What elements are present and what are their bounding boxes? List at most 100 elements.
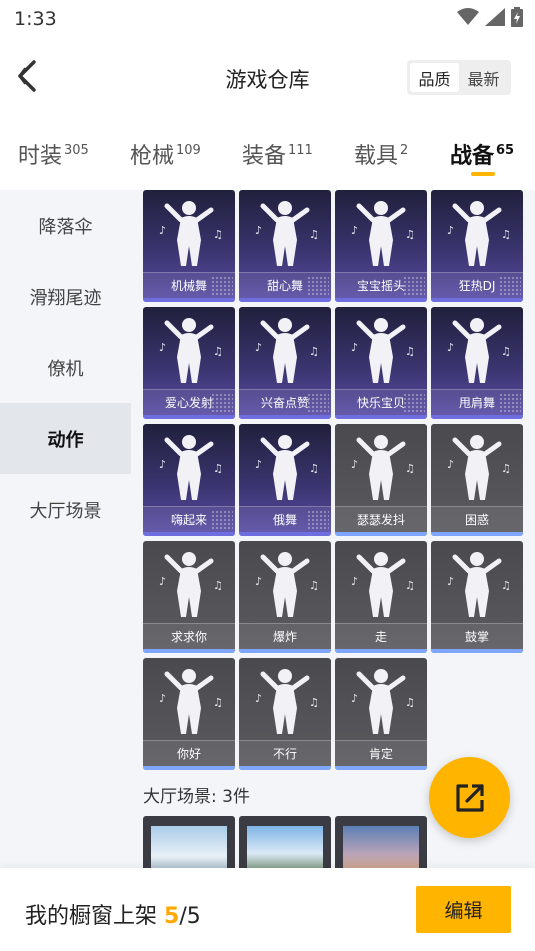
svg-text:♫: ♫: [213, 345, 223, 358]
svg-text:♪: ♪: [351, 575, 358, 588]
lobby-scene-card[interactable]: [239, 816, 331, 868]
emote-figure-icon: ♪ ♫: [335, 194, 427, 270]
sidebar-item-emotes[interactable]: 动作: [0, 403, 131, 474]
dot-pattern: [499, 276, 521, 296]
lobby-scene-card[interactable]: [143, 816, 235, 868]
svg-text:♪: ♪: [351, 458, 358, 471]
svg-text:♪: ♪: [159, 458, 166, 471]
emote-figure-icon: ♪ ♫: [239, 311, 331, 387]
emote-card[interactable]: ♪ ♫ 肯定: [335, 658, 427, 770]
sidebar-item-glide-trail[interactable]: 滑翔尾迹: [0, 261, 131, 332]
dot-pattern: [307, 393, 329, 413]
tab-battle-gear[interactable]: 战备 65: [450, 138, 514, 170]
emote-card[interactable]: ♪ ♫ 鼓掌: [431, 541, 523, 653]
card-accent-bar: [431, 415, 523, 419]
emote-card[interactable]: ♪ ♫ 宝宝摇头: [335, 190, 427, 302]
showcase-bar: 我的橱窗上架 5/5 编辑: [0, 868, 535, 951]
svg-text:♫: ♫: [501, 462, 511, 475]
emote-figure-icon: ♪ ♫: [431, 428, 523, 504]
sidebar-item-lobby-scene[interactable]: 大厅场景: [0, 474, 131, 545]
tab-count: 109: [176, 143, 201, 158]
svg-text:♫: ♫: [213, 579, 223, 592]
tab-equipment[interactable]: 装备 111: [242, 138, 313, 170]
showcase-separator: /: [179, 904, 187, 929]
emote-figure-icon: ♪ ♫: [239, 194, 331, 270]
card-accent-bar: [143, 415, 235, 419]
svg-text:♪: ♪: [351, 692, 358, 705]
emote-label: 不行: [239, 740, 331, 766]
svg-text:♪: ♪: [447, 341, 454, 354]
sidebar-item-parachute[interactable]: 降落伞: [0, 190, 131, 261]
emote-label: 瑟瑟发抖: [335, 506, 427, 532]
emote-figure-icon: ♪ ♫: [431, 545, 523, 621]
emote-card[interactable]: ♪ ♫ 俄舞: [239, 424, 331, 536]
status-icons: [457, 7, 523, 27]
svg-text:♫: ♫: [405, 696, 415, 709]
card-accent-bar: [335, 766, 427, 770]
svg-text:♪: ♪: [351, 341, 358, 354]
svg-text:♪: ♪: [255, 692, 262, 705]
emote-card[interactable]: ♪ ♫ 嗨起来: [143, 424, 235, 536]
lobby-scene-card[interactable]: [335, 816, 427, 868]
svg-text:♪: ♪: [447, 458, 454, 471]
sort-quality-option[interactable]: 品质: [410, 63, 459, 92]
tab-count: 2: [400, 143, 409, 158]
emote-card[interactable]: ♪ ♫ 甜心舞: [239, 190, 331, 302]
card-accent-bar: [431, 649, 523, 653]
emote-figure-icon: ♪ ♫: [143, 662, 235, 738]
dot-pattern: [211, 393, 233, 413]
svg-text:♫: ♫: [309, 345, 319, 358]
emote-card[interactable]: ♪ ♫ 求求你: [143, 541, 235, 653]
svg-text:♫: ♫: [213, 228, 223, 241]
tab-fashion[interactable]: 时装 305: [18, 138, 89, 170]
svg-text:♪: ♪: [351, 224, 358, 237]
card-accent-bar: [335, 415, 427, 419]
sort-newest-option[interactable]: 最新: [459, 63, 508, 92]
card-accent-bar: [143, 766, 235, 770]
emote-figure-icon: ♪ ♫: [143, 194, 235, 270]
tab-count: 65: [496, 143, 515, 158]
title-bar: 游戏仓库 品质 最新: [0, 48, 535, 108]
emote-card[interactable]: ♪ ♫ 困惑: [431, 424, 523, 536]
wifi-icon: [457, 8, 479, 25]
emote-card[interactable]: ♪ ♫ 走: [335, 541, 427, 653]
card-accent-bar: [335, 649, 427, 653]
card-accent-bar: [335, 298, 427, 302]
card-accent-bar: [239, 766, 331, 770]
signal-icon: [485, 8, 505, 26]
emote-figure-icon: ♪ ♫: [143, 545, 235, 621]
emote-card[interactable]: ♪ ♫ 机械舞: [143, 190, 235, 302]
lobby-section-title: 大厅场景: 3件: [143, 787, 250, 807]
tab-vehicles[interactable]: 载具 2: [354, 138, 408, 170]
tab-guns[interactable]: 枪械 109: [130, 138, 201, 170]
emote-card[interactable]: ♪ ♫ 快乐宝贝: [335, 307, 427, 419]
card-accent-bar: [239, 298, 331, 302]
dot-pattern: [307, 276, 329, 296]
emote-card[interactable]: ♪ ♫ 瑟瑟发抖: [335, 424, 427, 536]
dot-pattern: [403, 276, 425, 296]
emote-label: 鼓掌: [431, 623, 523, 649]
sidebar-item-wingman[interactable]: 僚机: [0, 332, 131, 403]
emote-card[interactable]: ♪ ♫ 兴奋点赞: [239, 307, 331, 419]
emote-card[interactable]: ♪ ♫ 你好: [143, 658, 235, 770]
emote-card[interactable]: ♪ ♫ 甩肩舞: [431, 307, 523, 419]
svg-text:♪: ♪: [159, 692, 166, 705]
emote-label: 困惑: [431, 506, 523, 532]
svg-text:♫: ♫: [213, 696, 223, 709]
emote-figure-icon: ♪ ♫: [143, 428, 235, 504]
emote-card[interactable]: ♪ ♫ 狂热DJ: [431, 190, 523, 302]
svg-text:♫: ♫: [501, 228, 511, 241]
edit-button[interactable]: 编辑: [416, 886, 511, 933]
tab-label: 枪械: [130, 144, 175, 169]
category-tabs: 时装 305 枪械 109 装备 111 载具 2 战备 65: [0, 128, 535, 184]
emote-card[interactable]: ♪ ♫ 爱心发射: [143, 307, 235, 419]
card-accent-bar: [239, 532, 331, 536]
emote-card[interactable]: ♪ ♫ 爆炸: [239, 541, 331, 653]
dot-pattern: [403, 393, 425, 413]
emote-card[interactable]: ♪ ♫ 不行: [239, 658, 331, 770]
emote-figure-icon: ♪ ♫: [335, 311, 427, 387]
card-accent-bar: [431, 532, 523, 536]
share-fab-button[interactable]: [429, 757, 510, 838]
showcase-prefix: 我的橱窗上架: [25, 904, 164, 929]
svg-text:♫: ♫: [405, 228, 415, 241]
